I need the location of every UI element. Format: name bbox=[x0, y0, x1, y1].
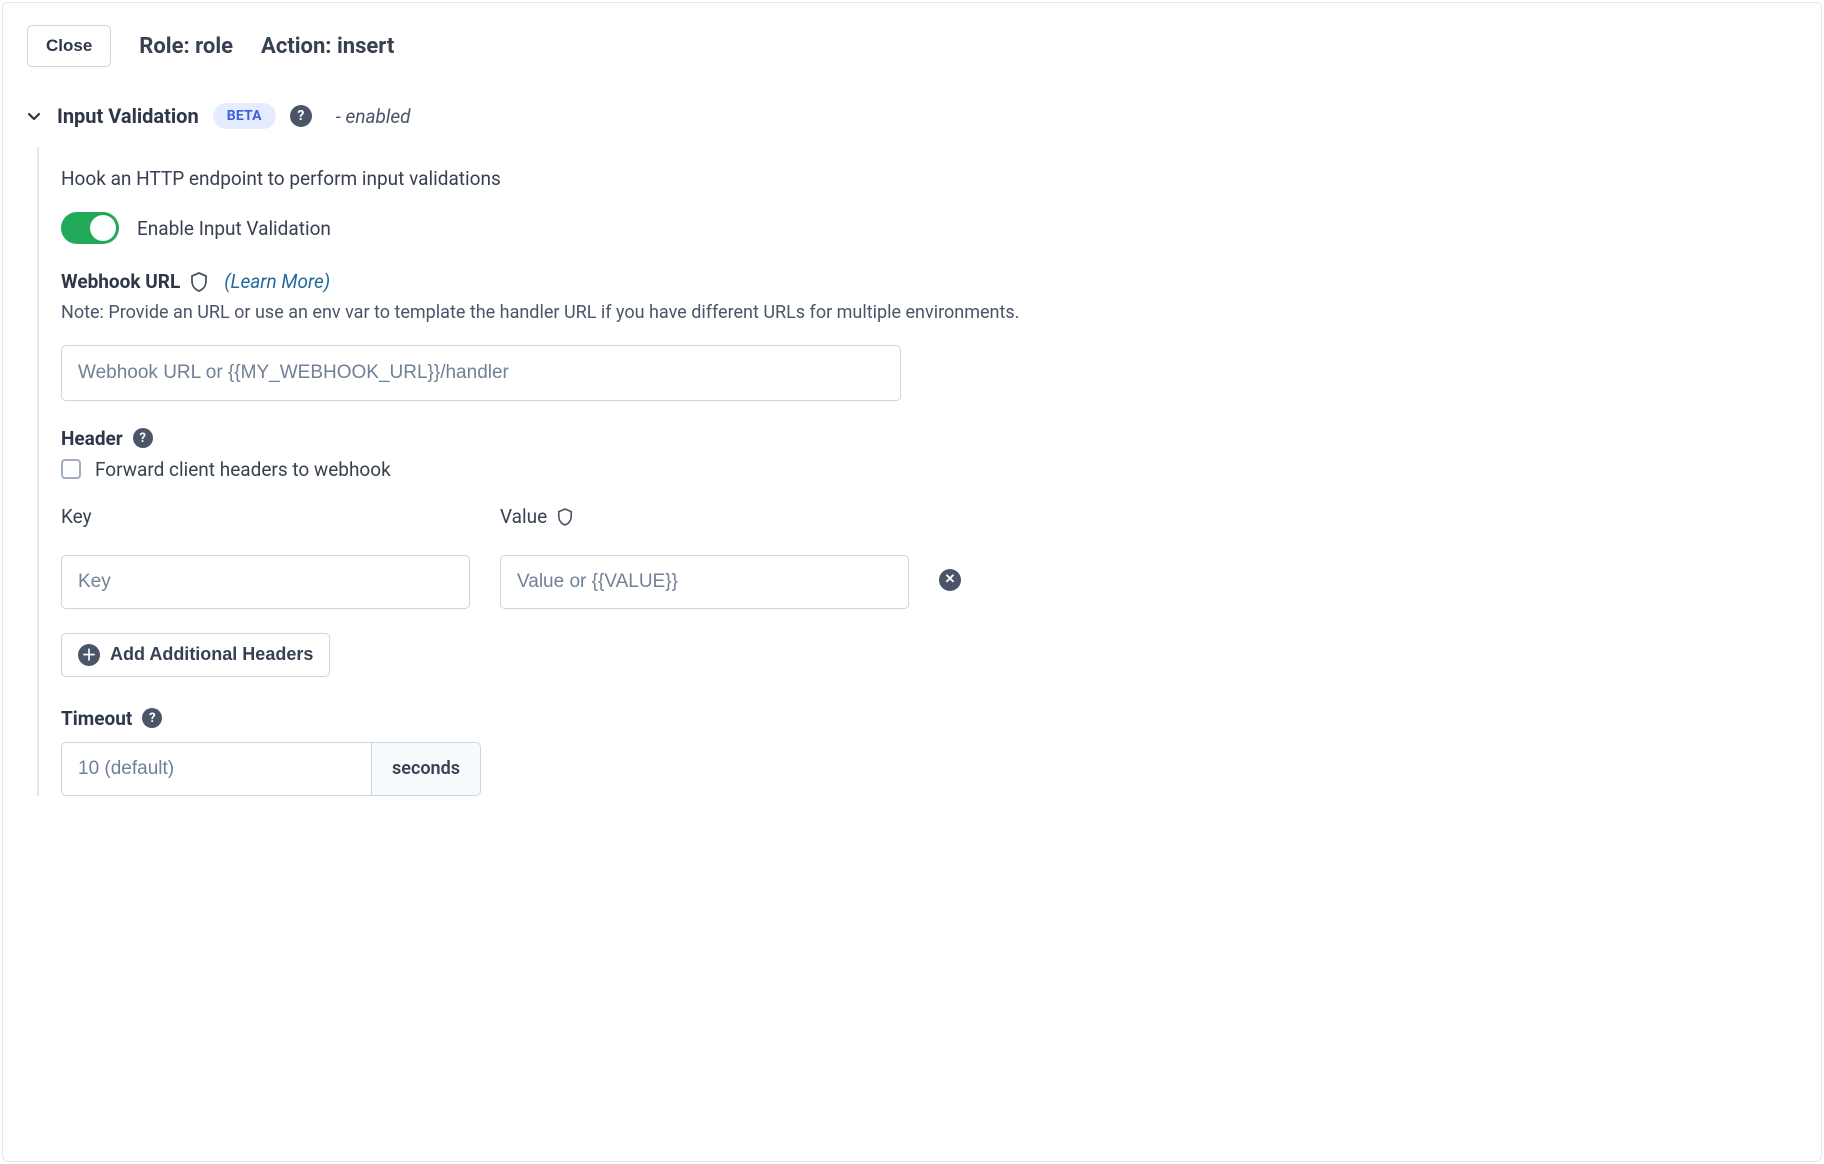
header-group: Header ? Forward client headers to webho… bbox=[61, 427, 1797, 677]
role-title: Role: role bbox=[139, 34, 233, 59]
help-icon[interactable]: ? bbox=[133, 428, 153, 448]
action-title: Action: insert bbox=[261, 34, 394, 59]
section-header: Input Validation BETA ? - enabled bbox=[3, 85, 1821, 135]
timeout-group: Timeout ? seconds bbox=[61, 707, 1797, 796]
chevron-down-icon[interactable] bbox=[25, 107, 43, 125]
webhook-url-input[interactable] bbox=[61, 345, 901, 401]
toggle-row: Enable Input Validation bbox=[61, 212, 1797, 270]
add-headers-button[interactable]: ＋ Add Additional Headers bbox=[61, 633, 330, 677]
section-description: Hook an HTTP endpoint to perform input v… bbox=[61, 147, 1797, 212]
remove-header-icon[interactable]: ✕ bbox=[939, 569, 961, 591]
section-content: Hook an HTTP endpoint to perform input v… bbox=[37, 147, 1821, 796]
top-bar: Close Role: role Action: insert bbox=[3, 3, 1821, 85]
enable-toggle[interactable] bbox=[61, 212, 119, 244]
toggle-label: Enable Input Validation bbox=[137, 217, 331, 240]
forward-headers-label: Forward client headers to webhook bbox=[95, 458, 391, 481]
enabled-status: - enabled bbox=[336, 105, 411, 128]
timeout-unit: seconds bbox=[371, 742, 481, 796]
header-key-input[interactable] bbox=[61, 555, 470, 609]
header-label: Header bbox=[61, 427, 123, 450]
plus-icon: ＋ bbox=[78, 644, 100, 666]
webhook-note: Note: Provide an URL or use an env var t… bbox=[61, 299, 1121, 327]
beta-badge: BETA bbox=[213, 103, 276, 129]
add-headers-label: Add Additional Headers bbox=[110, 644, 313, 665]
close-button[interactable]: Close bbox=[27, 25, 111, 67]
learn-more-link[interactable]: (Learn More) bbox=[224, 270, 330, 293]
timeout-input[interactable] bbox=[61, 742, 371, 796]
help-icon[interactable]: ? bbox=[290, 105, 312, 127]
section-title: Input Validation bbox=[57, 104, 199, 128]
panel: Close Role: role Action: insert Input Va… bbox=[2, 2, 1822, 1162]
header-value-input[interactable] bbox=[500, 555, 909, 609]
kv-row: Key Value ✕ bbox=[61, 505, 961, 609]
webhook-url-label: Webhook URL bbox=[61, 270, 180, 293]
help-icon[interactable]: ? bbox=[142, 708, 162, 728]
value-column-label: Value bbox=[500, 505, 547, 528]
shield-icon bbox=[190, 272, 208, 292]
forward-headers-checkbox[interactable] bbox=[61, 459, 81, 479]
webhook-group: Webhook URL (Learn More) Note: Provide a… bbox=[61, 270, 1797, 401]
timeout-label: Timeout bbox=[61, 707, 132, 730]
key-column-label: Key bbox=[61, 505, 470, 529]
shield-icon bbox=[557, 508, 573, 526]
toggle-knob bbox=[90, 215, 116, 241]
